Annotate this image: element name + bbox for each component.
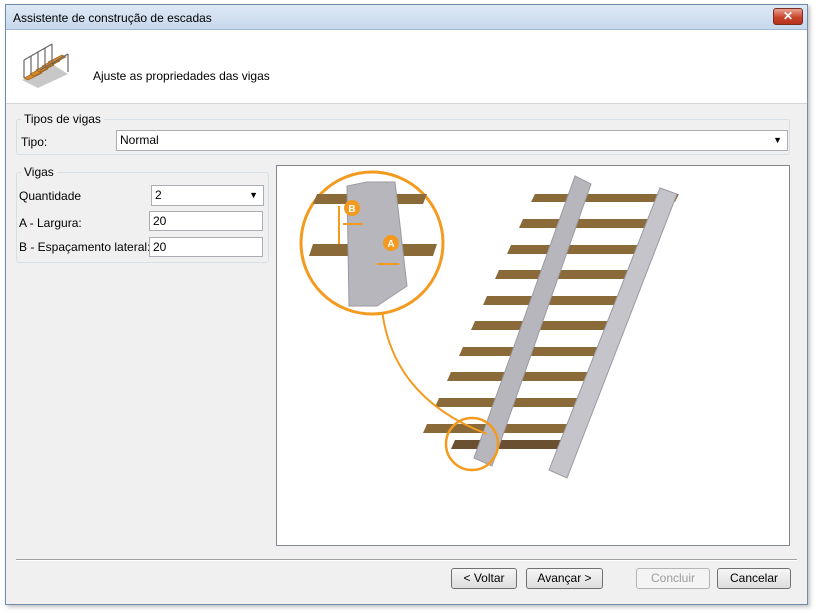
header-subtitle: Ajuste as propriedades das vigas [93, 69, 270, 83]
staircase-icon [22, 43, 69, 88]
wizard-window: Assistente de construção de escadas ✕ Aj… [5, 4, 808, 605]
cancel-button[interactable]: Cancelar [717, 568, 791, 589]
tipo-value: Normal [120, 133, 159, 147]
vigas-legend: Vigas [24, 165, 54, 179]
stair-preview-image: B A [299, 170, 679, 479]
wooden-treads [423, 194, 679, 449]
stair-preview-panel: B A [276, 165, 790, 546]
quantidade-value: 2 [155, 188, 162, 202]
footer-separator [16, 559, 797, 561]
chevron-down-icon: ▼ [249, 190, 258, 200]
window-title: Assistente de construção de escadas [13, 11, 212, 25]
close-button[interactable]: ✕ [773, 8, 803, 25]
marker-a: A [387, 239, 394, 250]
espacamento-input[interactable]: 20 [149, 237, 263, 257]
tipos-de-vigas-legend: Tipos de vigas [24, 112, 101, 126]
espacamento-label: B - Espaçamento lateral: [19, 240, 151, 254]
tipo-combobox[interactable]: Normal ▼ [116, 130, 788, 151]
wizard-header: Ajuste as propriedades das vigas [6, 30, 807, 104]
largura-input[interactable]: 20 [149, 211, 263, 231]
chevron-down-icon: ▼ [773, 135, 782, 145]
marker-b: B [348, 204, 355, 215]
tipo-label: Tipo: [21, 135, 48, 149]
finish-button[interactable]: Concluir [636, 568, 710, 589]
title-bar[interactable]: Assistente de construção de escadas ✕ [6, 5, 807, 30]
next-button[interactable]: Avançar > [526, 568, 603, 589]
back-button[interactable]: < Voltar [451, 568, 517, 589]
quantidade-combobox[interactable]: 2 ▼ [151, 185, 264, 206]
quantidade-label: Quantidade [19, 189, 82, 203]
largura-label: A - Largura: [19, 216, 82, 230]
